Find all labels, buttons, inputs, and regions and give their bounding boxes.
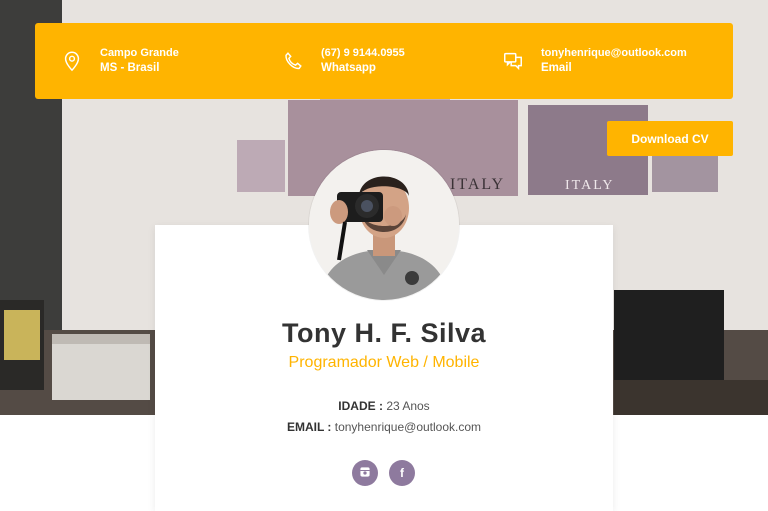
- social-links: f: [352, 460, 415, 486]
- age-row: IDADE : 23 Anos: [155, 399, 613, 413]
- background-italy-text: ITALY: [565, 178, 615, 193]
- location-text: Campo Grande MS - Brasil: [100, 46, 179, 76]
- contact-location: Campo Grande MS - Brasil: [60, 23, 179, 99]
- instagram-icon: [360, 466, 370, 480]
- email-address[interactable]: tonyhenrique@outlook.com: [541, 46, 687, 61]
- facebook-button[interactable]: f: [389, 460, 415, 486]
- phone-icon: [281, 49, 305, 73]
- background-monitor: [0, 300, 44, 390]
- email-value[interactable]: tonyhenrique@outlook.com: [335, 420, 481, 434]
- age-label: IDADE :: [338, 399, 383, 413]
- location-city: Campo Grande: [100, 47, 179, 59]
- phone-label: Whatsapp: [321, 62, 376, 74]
- phone-text: (67) 9 9144.0955 Whatsapp: [321, 46, 405, 76]
- map-pin-icon: [60, 49, 84, 73]
- background-device: [614, 290, 724, 390]
- profile-avatar: [309, 150, 459, 300]
- download-cv-button[interactable]: Download CV: [607, 121, 733, 156]
- email-row: EMAIL : tonyhenrique@outlook.com: [155, 420, 613, 434]
- contact-phone[interactable]: (67) 9 9144.0955 Whatsapp: [281, 23, 405, 99]
- background-frame: [237, 140, 285, 192]
- email-label: Email: [541, 62, 572, 74]
- phone-number[interactable]: (67) 9 9144.0955: [321, 46, 405, 61]
- background-italy-text: ITALY: [450, 176, 506, 193]
- email-text: tonyhenrique@outlook.com Email: [541, 46, 687, 76]
- age-value: 23 Anos: [386, 399, 430, 413]
- location-state: MS - Brasil: [100, 62, 160, 74]
- instagram-button[interactable]: [352, 460, 378, 486]
- background-printer: [52, 334, 150, 400]
- contact-bar: Campo Grande MS - Brasil (67) 9 9144.095…: [35, 23, 733, 99]
- background-cabinet: [614, 380, 768, 415]
- profile-name: Tony H. F. Silva: [281, 318, 487, 348]
- facebook-icon: f: [400, 466, 404, 480]
- contact-email[interactable]: tonyhenrique@outlook.com Email: [501, 23, 687, 99]
- email-label: EMAIL :: [286, 420, 332, 434]
- chat-icon: [501, 49, 525, 73]
- profile-role: Programador Web / Mobile: [288, 354, 480, 371]
